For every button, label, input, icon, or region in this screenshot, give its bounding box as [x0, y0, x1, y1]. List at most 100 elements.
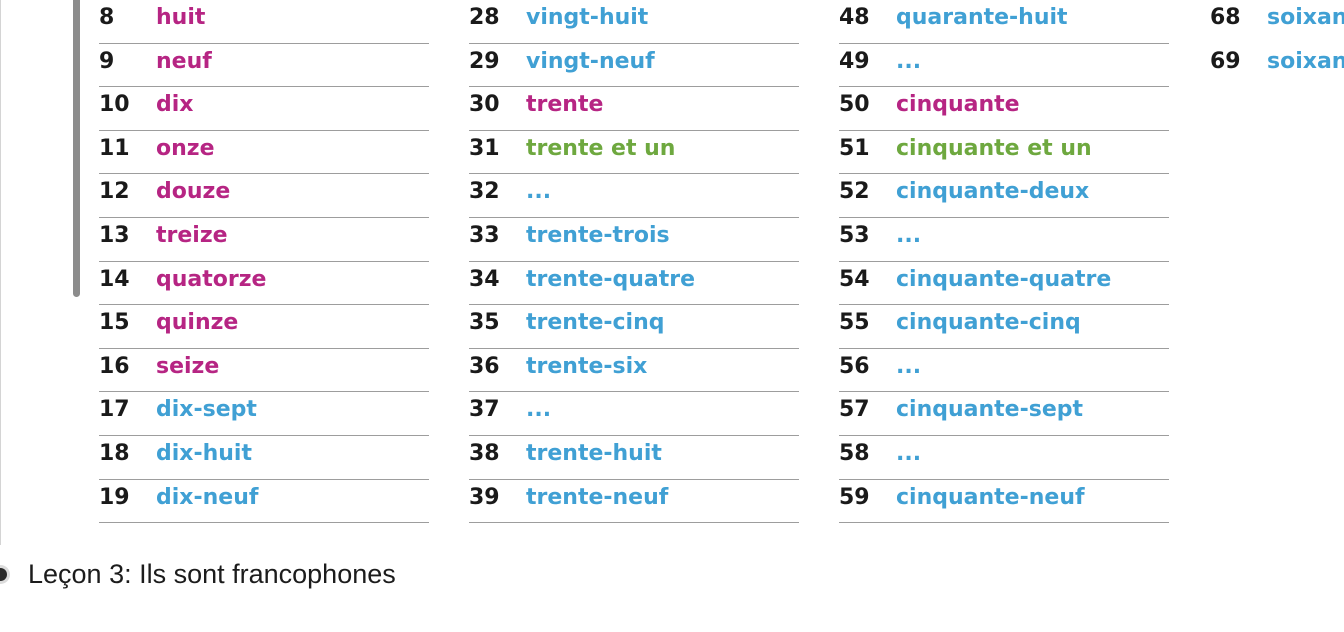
number-word: treize	[156, 222, 228, 248]
number-digit: 28	[469, 5, 500, 30]
number-word: soixan	[1267, 48, 1344, 74]
number-word: ...	[896, 440, 922, 466]
number-digit: 58	[839, 440, 870, 466]
table-row: 68 soixan	[1210, 0, 1344, 44]
lesson-title[interactable]: Leçon 3: Ils sont francophones	[28, 559, 396, 590]
number-word: ...	[896, 353, 922, 379]
table-row: 14 quatorze	[99, 262, 429, 306]
table-row: 34 trente-quatre	[469, 262, 799, 306]
number-digit: 35	[469, 310, 500, 336]
table-row: 37...	[469, 392, 799, 436]
number-digit: 68	[1210, 5, 1241, 30]
scrollbar-thumb[interactable]	[73, 0, 80, 297]
number-word: dix-sept	[156, 397, 257, 423]
number-digit: 16	[99, 353, 130, 379]
number-word: quarante-huit	[896, 5, 1068, 30]
number-word: onze	[156, 135, 215, 161]
table-row: 31 trente et un	[469, 131, 799, 175]
number-digit: 29	[469, 48, 500, 74]
number-word: vingt-huit	[526, 5, 649, 30]
number-digit: 52	[839, 179, 870, 205]
table-row: 36 trente-six	[469, 349, 799, 393]
table-row: 11 onze	[99, 131, 429, 175]
number-word: cinquante	[896, 92, 1020, 118]
number-digit: 13	[99, 222, 130, 248]
table-row: 48 quarante-huit	[839, 0, 1169, 44]
number-digit: 34	[469, 266, 500, 292]
number-word: trente-six	[526, 353, 648, 379]
number-word: cinquante-cinq	[896, 310, 1081, 336]
number-word: ...	[896, 222, 922, 248]
number-digit: 11	[99, 135, 130, 161]
number-word: trente	[526, 92, 604, 118]
table-row: 56...	[839, 349, 1169, 393]
number-word: neuf	[156, 48, 212, 74]
table-row: 59 cinquante-neuf	[839, 480, 1169, 524]
number-word: trente-quatre	[526, 266, 696, 292]
table-row: 13 treize	[99, 218, 429, 262]
number-word: dix-huit	[156, 440, 252, 466]
table-row: 55 cinquante-cinq	[839, 305, 1169, 349]
table-row: 18 dix-huit	[99, 436, 429, 480]
page: 8 huit 9 neuf 10 dix 11 onze 12 douze 13 treize 14 qu…	[0, 0, 1344, 632]
table-row: 16 seize	[99, 349, 429, 393]
number-digit: 59	[839, 484, 870, 510]
number-digit: 14	[99, 266, 130, 292]
bullet-icon	[0, 567, 7, 581]
number-word: quatorze	[156, 266, 267, 292]
table-row: 12 douze	[99, 174, 429, 218]
number-digit: 55	[839, 310, 870, 336]
number-word: ...	[526, 397, 552, 423]
table-row: 35 trente-cinq	[469, 305, 799, 349]
number-word: trente-cinq	[526, 310, 665, 336]
number-digit: 69	[1210, 48, 1241, 74]
table-row: 10 dix	[99, 87, 429, 131]
number-digit: 31	[469, 135, 500, 161]
table-row: 53...	[839, 218, 1169, 262]
left-border	[0, 0, 1, 545]
table-row: 9 neuf	[99, 44, 429, 88]
number-digit: 15	[99, 310, 130, 336]
table-row: 39 trente-neuf	[469, 480, 799, 524]
number-word: trente-huit	[526, 440, 662, 466]
number-word: soixan	[1267, 5, 1344, 30]
table-row: 30 trente	[469, 87, 799, 131]
number-word: cinquante-deux	[896, 179, 1090, 205]
number-column-1: 8 huit 9 neuf 10 dix 11 onze 12 douze 13 treize 14 qu…	[99, 0, 429, 524]
table-row: 49...	[839, 44, 1169, 88]
number-digit: 49	[839, 48, 870, 74]
number-word: trente et un	[526, 135, 676, 161]
number-digit: 19	[99, 484, 130, 510]
number-digit: 8	[99, 5, 115, 30]
number-word: ...	[526, 179, 552, 205]
table-row: 28 vingt-huit	[469, 0, 799, 44]
number-digit: 17	[99, 397, 130, 423]
number-word: dix-neuf	[156, 484, 259, 510]
table-row: 32...	[469, 174, 799, 218]
table-row: 58...	[839, 436, 1169, 480]
number-word: ...	[896, 48, 922, 74]
table-row: 51 cinquante et un	[839, 131, 1169, 175]
table-row: 19 dix-neuf	[99, 480, 429, 524]
number-word: douze	[156, 179, 231, 205]
number-digit: 51	[839, 135, 870, 161]
number-digit: 48	[839, 5, 870, 30]
number-word: dix	[156, 92, 194, 118]
number-word: quinze	[156, 310, 239, 336]
number-digit: 50	[839, 92, 870, 118]
number-digit: 10	[99, 92, 130, 118]
number-word: cinquante-quatre	[896, 266, 1112, 292]
number-digit: 54	[839, 266, 870, 292]
lesson-list-item[interactable]: Leçon 3: Ils sont francophones	[0, 556, 396, 592]
number-digit: 56	[839, 353, 870, 379]
table-row: 17 dix-sept	[99, 392, 429, 436]
number-word: trente-neuf	[526, 484, 669, 510]
number-word: vingt-neuf	[526, 48, 655, 74]
number-digit: 57	[839, 397, 870, 423]
number-column-2: 28 vingt-huit 29 vingt-neuf 30 trente 31 trente…	[469, 0, 799, 524]
number-digit: 32	[469, 179, 500, 205]
number-column-3: 48 quarante-huit 49... 50 cinquante 51 cinquan…	[839, 0, 1169, 524]
table-row: 15 quinze	[99, 305, 429, 349]
table-row: 29 vingt-neuf	[469, 44, 799, 88]
table-row: 52 cinquante-deux	[839, 174, 1169, 218]
